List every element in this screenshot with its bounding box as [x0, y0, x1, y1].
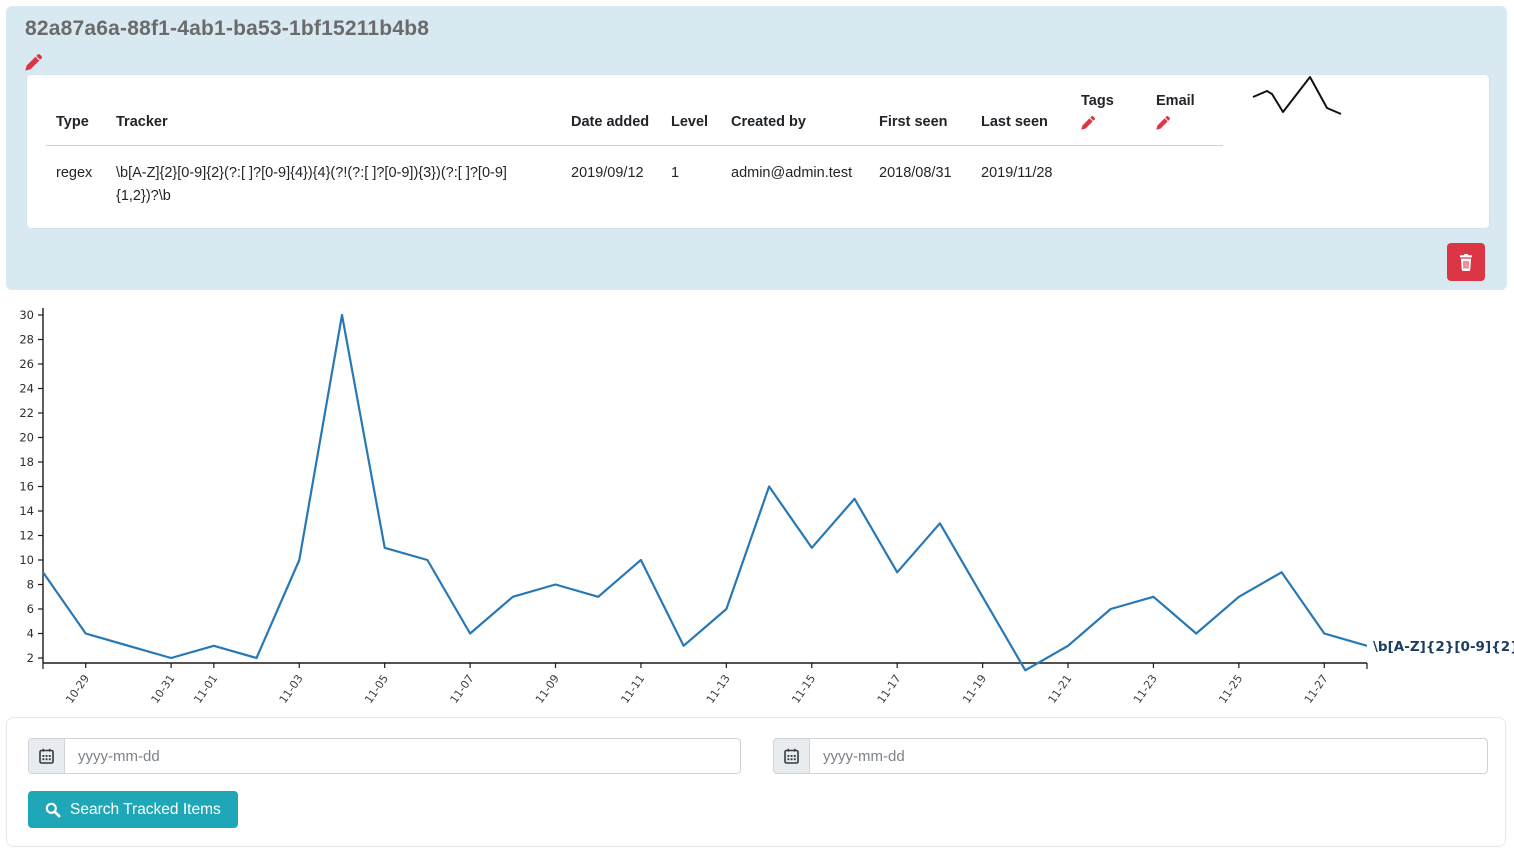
tracker-table: Type Tracker Date added Level Created by…	[46, 75, 1223, 208]
tracked-items-chart-svg: 2468101214161820222426283010-2910-3111-0…	[0, 300, 1514, 715]
cell-tags	[1071, 146, 1146, 209]
cell-created-by: admin@admin.test	[721, 146, 869, 209]
y-tick-label: 6	[27, 602, 34, 616]
cell-first-seen: 2018/08/31	[869, 146, 971, 209]
x-tick-label: 11-15	[789, 672, 818, 706]
cell-last-seen: 2019/11/28	[971, 146, 1071, 209]
y-tick-label: 28	[19, 333, 34, 347]
table-header-row: Type Tracker Date added Level Created by…	[46, 75, 1223, 146]
col-header-last-seen: Last seen	[971, 75, 1071, 146]
page-title: 82a87a6a-88f1-4ab1-ba53-1bf15211b4b8	[25, 17, 429, 41]
activity-sparkline	[1226, 75, 1366, 127]
y-tick-label: 24	[19, 382, 34, 396]
x-tick-label: 11-21	[1046, 672, 1075, 706]
date-to-addon	[773, 738, 810, 774]
date-to-group	[773, 738, 1488, 774]
search-icon	[45, 802, 61, 818]
x-tick-label: 11-23	[1131, 672, 1160, 706]
y-tick-label: 16	[19, 480, 34, 494]
x-tick-label: 10-29	[63, 672, 92, 706]
col-header-date-added: Date added	[561, 75, 661, 146]
search-panel: Search Tracked Items	[6, 717, 1506, 847]
tracker-panel: 82a87a6a-88f1-4ab1-ba53-1bf15211b4b8 Typ…	[6, 6, 1507, 290]
col-header-tracker: Tracker	[106, 75, 561, 146]
col-header-first-seen: First seen	[869, 75, 971, 146]
cell-level: 1	[661, 146, 721, 209]
edit-tracker-pencil-icon[interactable]	[25, 54, 42, 71]
x-tick-label: 11-11	[618, 672, 647, 706]
tags-label: Tags	[1081, 93, 1114, 109]
tracker-row: regex \b[A-Z]{2}[0-9]{2}(?:[ ]?[0-9]{4})…	[46, 146, 1223, 209]
timeline-series-line	[43, 315, 1367, 670]
x-tick-label: 11-07	[448, 672, 477, 706]
x-tick-label: 11-03	[277, 672, 306, 706]
edit-tags-pencil-icon[interactable]	[1081, 116, 1095, 130]
x-tick-label: 11-13	[704, 672, 733, 706]
edit-email-pencil-icon[interactable]	[1156, 116, 1170, 130]
y-tick-label: 20	[19, 431, 34, 445]
search-tracked-items-button[interactable]: Search Tracked Items	[28, 791, 238, 828]
y-tick-label: 30	[19, 308, 34, 322]
x-tick-label: 11-05	[362, 672, 391, 706]
x-tick-label: 11-17	[875, 672, 904, 706]
date-from-input[interactable]	[65, 738, 741, 774]
x-tick-label: 11-27	[1302, 672, 1331, 706]
trash-icon	[1458, 254, 1474, 271]
y-tick-label: 4	[27, 627, 34, 641]
cell-date-added: 2019/09/12	[561, 146, 661, 209]
sparkline-path	[1253, 77, 1341, 114]
y-tick-label: 14	[19, 504, 34, 518]
cell-type: regex	[46, 146, 106, 209]
date-from-addon	[28, 738, 65, 774]
search-button-label: Search Tracked Items	[70, 801, 221, 819]
cell-tracker: \b[A-Z]{2}[0-9]{2}(?:[ ]?[0-9]{4}){4}(?!…	[106, 146, 561, 209]
x-tick-label: 11-25	[1216, 672, 1245, 706]
date-from-group	[28, 738, 741, 774]
col-header-level: Level	[661, 75, 721, 146]
y-tick-label: 8	[27, 578, 34, 592]
tracker-card: Type Tracker Date added Level Created by…	[27, 75, 1489, 228]
cell-email	[1146, 146, 1223, 209]
x-tick-label: 10-31	[149, 672, 178, 706]
calendar-icon	[39, 748, 54, 764]
y-tick-label: 22	[19, 406, 34, 420]
email-label: Email	[1156, 93, 1195, 109]
col-header-email: Email	[1146, 75, 1223, 146]
series-end-label: \b[A-Z]{2}[0-9]{2}(?:[ ]	[1373, 639, 1514, 655]
date-to-input[interactable]	[810, 738, 1488, 774]
y-tick-label: 12	[19, 529, 34, 543]
y-tick-label: 18	[19, 455, 34, 469]
col-header-tags: Tags	[1071, 75, 1146, 146]
x-tick-label: 11-01	[191, 672, 220, 706]
y-tick-label: 2	[27, 651, 34, 665]
y-tick-label: 10	[19, 553, 34, 567]
x-tick-label: 11-09	[533, 672, 562, 706]
col-header-created-by: Created by	[721, 75, 869, 146]
tracked-items-chart: 2468101214161820222426283010-2910-3111-0…	[0, 300, 1514, 715]
col-header-type: Type	[46, 75, 106, 146]
y-tick-label: 26	[19, 357, 34, 371]
delete-tracker-button[interactable]	[1447, 243, 1485, 281]
calendar-icon	[784, 748, 799, 764]
x-tick-label: 11-19	[960, 672, 989, 706]
